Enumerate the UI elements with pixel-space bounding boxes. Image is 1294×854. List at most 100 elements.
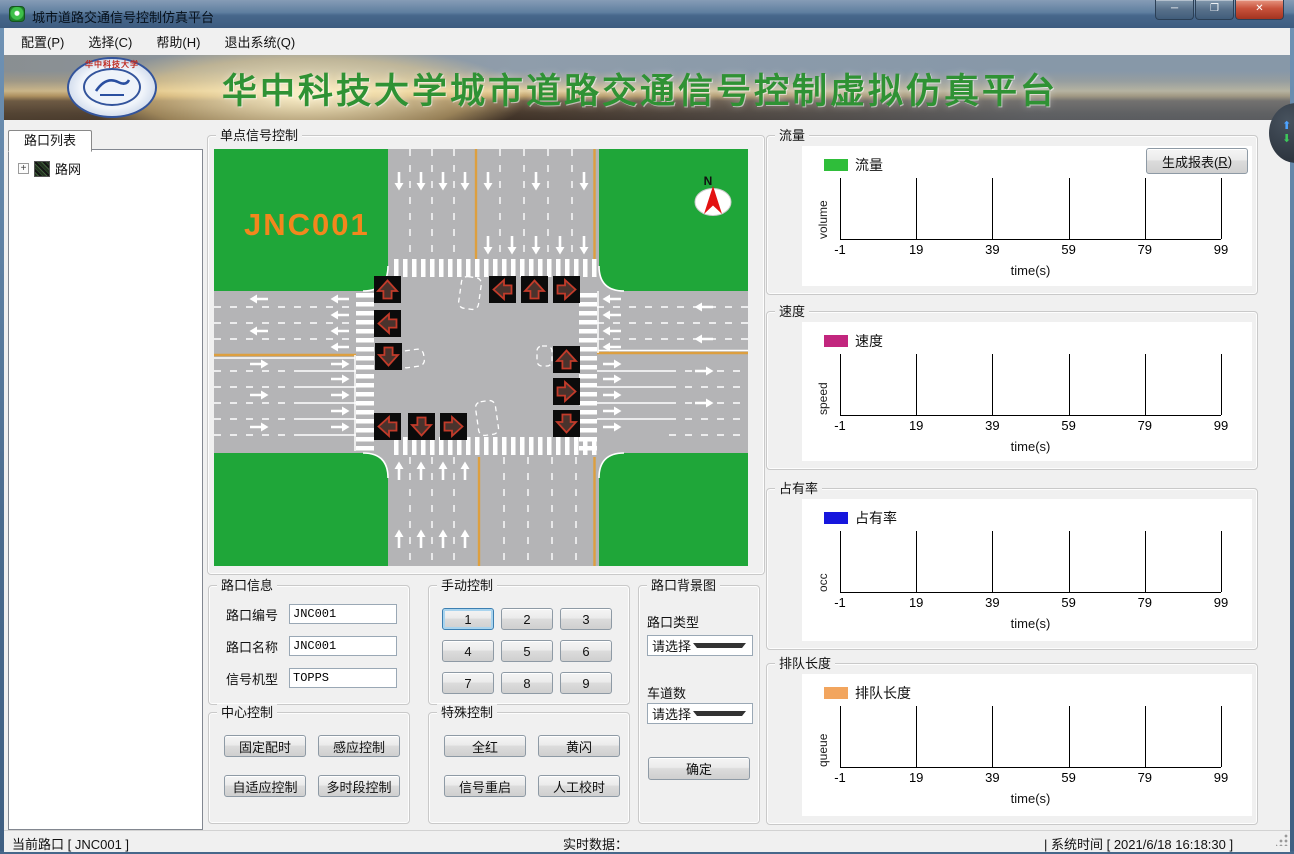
axis-gridline: [840, 531, 841, 592]
phase-button-1[interactable]: 1: [442, 608, 494, 630]
axis-tick-label: 19: [909, 595, 923, 610]
signal-up-icon: [553, 346, 580, 373]
axis-gridline: [1221, 706, 1222, 767]
queue-legend-swatch: [824, 687, 848, 699]
manual-time-sync-button[interactable]: 人工校时: [538, 775, 620, 797]
axis-gridline: [840, 178, 841, 239]
actuated-control-button[interactable]: 感应控制: [318, 735, 400, 757]
signal-left-icon: [489, 276, 516, 303]
junction-name-input[interactable]: [289, 636, 397, 656]
axis-gridline: [1221, 531, 1222, 592]
special-control-title: 特殊控制: [437, 704, 497, 721]
banner: 华中科技大学 华中科技大学城市道路交通信号控制虚拟仿真平台: [4, 55, 1290, 120]
phase-button-7[interactable]: 7: [442, 672, 494, 694]
volume-chart: 流量 生成报表(R) volume -11939597999 time(s): [802, 146, 1252, 286]
axis-tick-label: 79: [1138, 418, 1152, 433]
lane-count-select[interactable]: 请选择: [647, 703, 753, 724]
tree-expander-icon[interactable]: +: [18, 163, 29, 174]
volume-chart-group: 流量 流量 生成报表(R) volume -11939597999 time(s…: [766, 135, 1258, 295]
volume-axis: -11939597999: [840, 178, 1221, 240]
axis-gridline: [1069, 706, 1070, 767]
axis-gridline: [1221, 354, 1222, 415]
volume-xlabel: time(s): [840, 263, 1221, 278]
phase-button-2[interactable]: 2: [501, 608, 553, 630]
axis-tick-label: 19: [909, 242, 923, 257]
signal-control-group: 单点信号控制: [207, 135, 765, 575]
volume-ylabel: volume: [816, 178, 830, 239]
tree-item-network[interactable]: + 路网: [18, 159, 202, 178]
axis-gridline: [992, 706, 993, 767]
queue-xlabel: time(s): [840, 791, 1221, 806]
minimize-button[interactable]: ─: [1155, 0, 1194, 20]
axis-tick-label: 59: [1061, 770, 1075, 785]
signal-down-icon: [408, 413, 435, 440]
signal-restart-button[interactable]: 信号重启: [444, 775, 526, 797]
junction-id-label: 路口编号: [226, 605, 284, 624]
fixed-timing-button[interactable]: 固定配时: [224, 735, 306, 757]
signal-right-icon: [553, 276, 580, 303]
controller-type-input[interactable]: [289, 668, 397, 688]
axis-tick-label: 59: [1061, 242, 1075, 257]
junction-type-select[interactable]: 请选择: [647, 635, 753, 656]
speed-chart: 速度 speed -11939597999 time(s): [802, 322, 1252, 461]
signal-up-icon: [374, 276, 401, 303]
menu-help[interactable]: 帮助(H): [145, 28, 211, 55]
multi-period-control-button[interactable]: 多时段控制: [318, 775, 400, 797]
axis-tick-label: 19: [909, 770, 923, 785]
speed-xlabel: time(s): [840, 439, 1221, 454]
phase-button-8[interactable]: 8: [501, 672, 553, 694]
maximize-button[interactable]: ❐: [1195, 0, 1234, 20]
axis-gridline: [1069, 178, 1070, 239]
yellow-flash-button[interactable]: 黄闪: [538, 735, 620, 757]
confirm-button[interactable]: 确定: [648, 757, 750, 780]
close-button[interactable]: ✕: [1235, 0, 1284, 20]
axis-gridline: [840, 354, 841, 415]
menu-exit[interactable]: 退出系统(Q): [213, 28, 306, 55]
generate-report-button[interactable]: 生成报表(R): [1146, 148, 1248, 174]
background-image-group: 路口背景图 路口类型 请选择 车道数 请选择 确定: [638, 585, 760, 824]
tab-junction-list[interactable]: 路口列表: [8, 130, 92, 152]
phase-button-9[interactable]: 9: [560, 672, 612, 694]
logo-emblem-icon: [83, 68, 141, 106]
axis-gridline: [916, 178, 917, 239]
menu-config[interactable]: 配置(P): [10, 28, 75, 55]
junction-type-label: 路口类型: [647, 612, 699, 631]
all-red-button[interactable]: 全红: [444, 735, 526, 757]
signal-down-icon: [375, 343, 402, 370]
phase-button-3[interactable]: 3: [560, 608, 612, 630]
queue-ylabel: queue: [816, 706, 830, 767]
signal-left-icon: [374, 310, 401, 337]
axis-tick-label: 59: [1061, 418, 1075, 433]
phase-button-6[interactable]: 6: [560, 640, 612, 662]
occupancy-group-title: 占有率: [775, 480, 822, 497]
download-arrow-icon: ⬇: [1282, 134, 1294, 145]
junction-tree-panel: + 路网: [8, 149, 203, 830]
junction-info-title: 路口信息: [217, 577, 277, 594]
axis-tick-label: 99: [1214, 595, 1228, 610]
speed-axis: -11939597999: [840, 354, 1221, 416]
menu-select[interactable]: 选择(C): [77, 28, 143, 55]
axis-tick-label: 39: [985, 418, 999, 433]
axis-tick-label: 39: [985, 770, 999, 785]
resize-grip[interactable]: [1276, 834, 1288, 846]
network-map-icon: [34, 161, 50, 177]
adaptive-control-button[interactable]: 自适应控制: [224, 775, 306, 797]
background-group-title: 路口背景图: [647, 577, 720, 594]
axis-tick-label: 79: [1138, 242, 1152, 257]
window-title: 城市道路交通信号控制仿真平台: [32, 7, 214, 26]
controller-type-label: 信号机型: [226, 669, 284, 688]
phase-button-4[interactable]: 4: [442, 640, 494, 662]
axis-gridline: [1145, 178, 1146, 239]
lane-count-value: 请选择: [648, 704, 693, 723]
junction-id-input[interactable]: [289, 604, 397, 624]
axis-tick-label: 19: [909, 418, 923, 433]
occupancy-xlabel: time(s): [840, 616, 1221, 631]
axis-gridline: [916, 706, 917, 767]
junction-info-group: 路口信息 路口编号 路口名称 信号机型: [208, 585, 410, 705]
queue-chart-group: 排队长度 排队长度 queue -11939597999 time(s): [766, 663, 1258, 825]
chevron-down-icon: [693, 711, 746, 720]
speed-legend-swatch: [824, 335, 848, 347]
occupancy-legend-label: 占有率: [855, 508, 897, 528]
phase-button-5[interactable]: 5: [501, 640, 553, 662]
axis-tick-label: 79: [1138, 770, 1152, 785]
